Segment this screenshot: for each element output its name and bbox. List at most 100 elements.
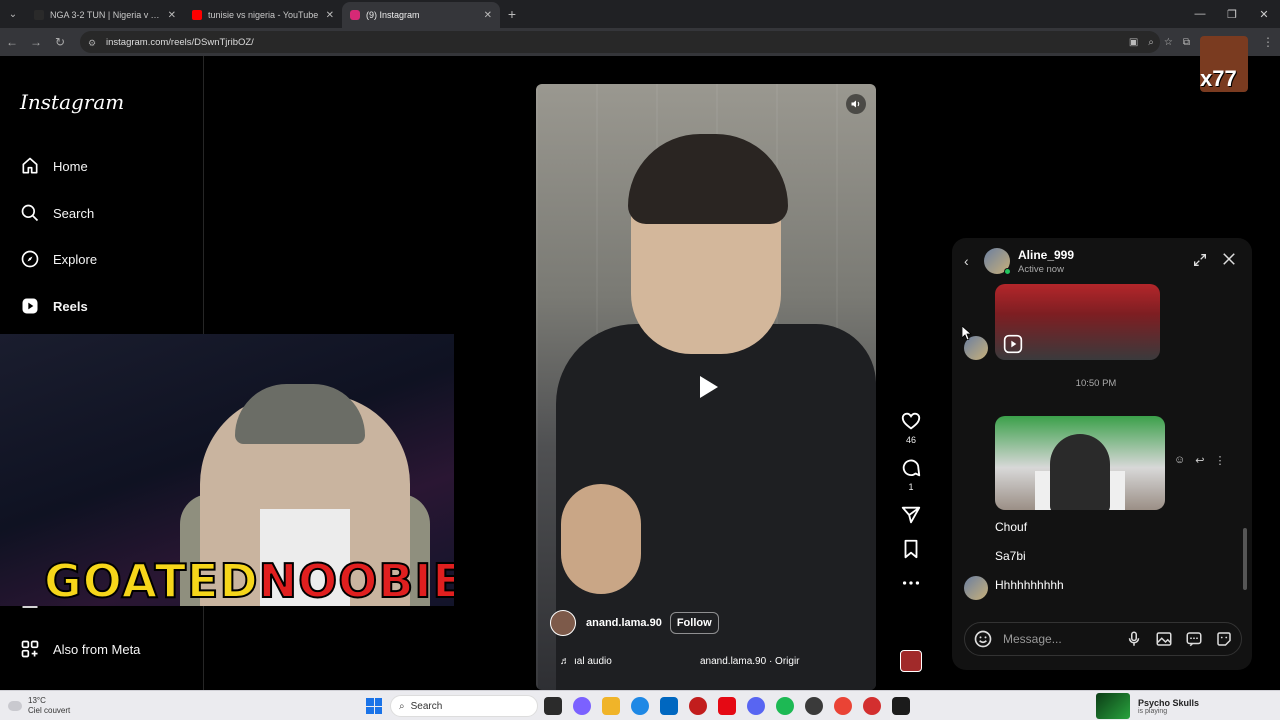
zoom-icon[interactable]: ⌕ bbox=[1148, 37, 1154, 48]
tab-search-chevron-icon[interactable]: ⌄ bbox=[0, 0, 26, 28]
store-icon[interactable] bbox=[660, 697, 678, 715]
message-input[interactable] bbox=[1003, 632, 1113, 646]
shared-reel-message[interactable] bbox=[995, 284, 1160, 360]
contact-avatar[interactable] bbox=[984, 248, 1011, 275]
audio-thumbnail[interactable] bbox=[900, 650, 922, 672]
emoji-icon[interactable] bbox=[973, 629, 993, 649]
tab-instagram[interactable]: (9) Instagram ✕ bbox=[342, 2, 500, 28]
tab-youtube[interactable]: tunisie vs nigeria - YouTube ✕ bbox=[184, 2, 342, 28]
media-status: is playing bbox=[1138, 707, 1168, 715]
play-icon[interactable] bbox=[692, 372, 722, 402]
reel-actions: 46 1 bbox=[896, 410, 926, 606]
install-app-icon[interactable]: ▣ bbox=[1129, 37, 1138, 48]
app-red2-icon[interactable] bbox=[863, 697, 881, 715]
site-info-icon[interactable]: ⚙ bbox=[88, 38, 98, 48]
now-playing-widget[interactable]: Psycho Skulls is playing bbox=[1096, 693, 1199, 719]
reply-icon[interactable]: ↩ bbox=[1195, 454, 1204, 467]
extensions-icon[interactable]: ⧉ bbox=[1183, 37, 1190, 48]
instagram-logo[interactable]: Instagram bbox=[20, 90, 124, 114]
close-window-icon[interactable]: ✕ bbox=[1248, 0, 1280, 28]
microphone-icon[interactable] bbox=[1125, 630, 1143, 648]
like-count: 46 bbox=[905, 435, 916, 445]
edge-icon[interactable] bbox=[631, 697, 649, 715]
message-more-icon[interactable]: ⋮ bbox=[1214, 454, 1225, 467]
netflix-icon[interactable] bbox=[718, 697, 736, 715]
chat-message[interactable]: Sa7bi bbox=[995, 549, 1026, 563]
forward-icon[interactable]: → bbox=[24, 28, 48, 56]
chat-close-icon[interactable] bbox=[1220, 250, 1238, 268]
task-view-icon[interactable] bbox=[544, 697, 562, 715]
chat-message[interactable]: Chouf bbox=[995, 520, 1027, 534]
image-icon[interactable] bbox=[1155, 630, 1173, 648]
restore-icon[interactable]: ❐ bbox=[1216, 0, 1248, 28]
share-action[interactable] bbox=[900, 504, 922, 526]
dm-chat-window: ‹ Aline_999 Active now 10:50 PM ☺ ↩ ⋮ Ch… bbox=[952, 238, 1252, 670]
app-red-icon[interactable] bbox=[689, 697, 707, 715]
gif-icon[interactable] bbox=[1185, 630, 1203, 648]
like-action[interactable]: 46 bbox=[900, 410, 922, 445]
meta-apps-icon bbox=[21, 640, 39, 658]
taskbar-apps bbox=[544, 697, 910, 715]
new-tab-button[interactable]: + bbox=[500, 6, 524, 22]
reel-audio[interactable]: ♬ ıal audio anand.lama.90 · Origir bbox=[560, 656, 800, 667]
volume-icon[interactable] bbox=[846, 94, 866, 114]
chat-message[interactable]: Hhhhhhhhhh bbox=[995, 578, 1064, 592]
more-action[interactable] bbox=[900, 572, 922, 594]
author-username[interactable]: anand.lama.90 bbox=[586, 617, 662, 629]
tab-title: NGA 3-2 TUN | Nigeria v Tunisia bbox=[50, 10, 162, 20]
sticker-icon[interactable] bbox=[1215, 630, 1233, 648]
url-field[interactable]: ⚙ instagram.com/reels/DSwnTjribOZ/ bbox=[80, 31, 1160, 53]
save-action[interactable] bbox=[900, 538, 922, 560]
window-controls: — ❐ ✕ bbox=[1184, 0, 1280, 28]
browser-menu-icon[interactable]: ⋮ bbox=[1256, 28, 1280, 56]
address-toolbar: ← → ↻ ⚙ instagram.com/reels/DSwnTjribOZ/… bbox=[0, 28, 1280, 56]
file-explorer-icon[interactable] bbox=[602, 697, 620, 715]
sidebar-item-label: Home bbox=[53, 158, 88, 174]
instagram-favicon-icon bbox=[350, 10, 360, 20]
chrome-icon[interactable] bbox=[834, 697, 852, 715]
audio-attribution: anand.lama.90 · Origir bbox=[700, 656, 800, 667]
scrollbar-thumb[interactable] bbox=[1243, 528, 1247, 590]
weather-description: Ciel couvert bbox=[28, 705, 71, 715]
expand-icon[interactable] bbox=[1192, 252, 1208, 268]
follow-button[interactable]: Follow bbox=[669, 612, 719, 634]
contact-info[interactable]: Aline_999 Active now bbox=[1018, 248, 1074, 275]
search-icon bbox=[21, 204, 39, 222]
windows-start-icon[interactable] bbox=[366, 698, 382, 714]
music-note-icon: ♬ bbox=[560, 656, 570, 667]
reload-icon[interactable]: ↻ bbox=[48, 28, 72, 56]
sidebar-item-explore[interactable]: Explore bbox=[20, 247, 97, 271]
tab-nigeria-tunisia[interactable]: NGA 3-2 TUN | Nigeria v Tunisia ✕ bbox=[26, 2, 184, 28]
app-dark-icon[interactable] bbox=[805, 697, 823, 715]
sidebar-item-also-from-meta[interactable]: Also from Meta bbox=[20, 637, 140, 661]
taskbar-search[interactable]: ⌕ Search bbox=[390, 695, 538, 717]
webcam-cap bbox=[235, 384, 365, 444]
weather-widget[interactable]: 13°C Ciel couvert bbox=[8, 696, 70, 715]
video-thumb-figure bbox=[1050, 434, 1110, 510]
streamer-webcam: GOATEDNOOBIE bbox=[0, 334, 454, 606]
back-icon[interactable]: ← bbox=[0, 28, 24, 56]
terminal-icon[interactable] bbox=[892, 697, 910, 715]
chat-back-icon[interactable]: ‹ bbox=[964, 253, 978, 269]
tab-close-icon[interactable]: ✕ bbox=[168, 10, 176, 21]
react-emoji-icon[interactable]: ☺ bbox=[1174, 454, 1185, 467]
sidebar-item-search[interactable]: Search bbox=[20, 201, 94, 225]
discord-icon[interactable] bbox=[747, 697, 765, 715]
author-avatar[interactable] bbox=[550, 610, 576, 636]
tab-close-icon[interactable]: ✕ bbox=[484, 10, 492, 21]
minimize-icon[interactable]: — bbox=[1184, 0, 1216, 28]
spotify-icon[interactable] bbox=[776, 697, 794, 715]
comment-action[interactable]: 1 bbox=[900, 457, 922, 492]
chat-scrollbar[interactable] bbox=[1242, 290, 1248, 600]
sender-avatar[interactable] bbox=[964, 576, 988, 600]
sidebar-item-home[interactable]: Home bbox=[20, 154, 88, 178]
tab-close-icon[interactable]: ✕ bbox=[326, 10, 334, 21]
contact-name: Aline_999 bbox=[1018, 247, 1075, 262]
youtube-favicon-icon bbox=[192, 10, 202, 20]
bookmark-star-icon[interactable]: ☆ bbox=[1164, 37, 1173, 48]
copilot-icon[interactable] bbox=[573, 697, 591, 715]
compass-icon bbox=[21, 250, 39, 268]
sidebar-item-label: Also from Meta bbox=[53, 641, 141, 657]
sidebar-item-reels[interactable]: Reels bbox=[20, 294, 88, 318]
shared-video-message[interactable] bbox=[995, 416, 1165, 510]
